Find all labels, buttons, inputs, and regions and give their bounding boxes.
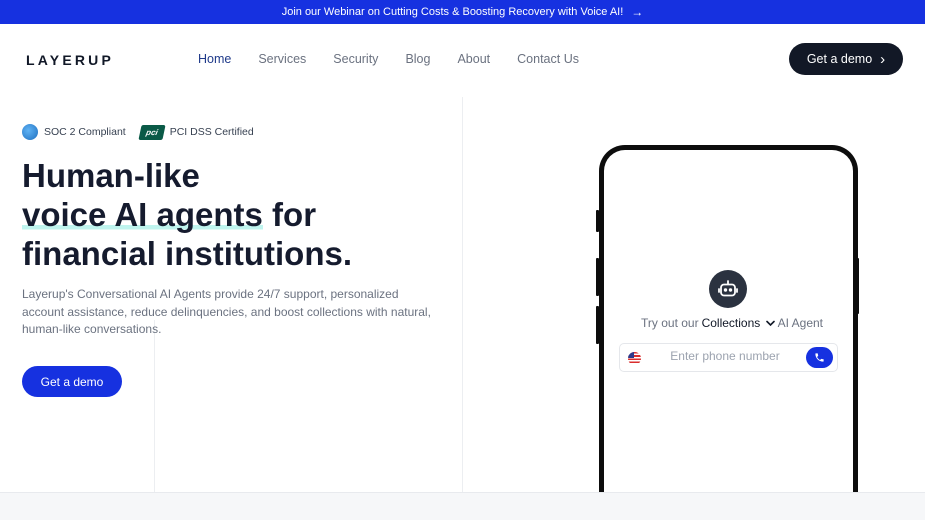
nav-links: Home Services Security Blog About Contac…: [198, 52, 579, 66]
get-demo-button-header[interactable]: Get a demo ›: [789, 43, 903, 75]
agent-selector-row: Try out our Collections AI Agent: [641, 316, 823, 330]
phone-number-input[interactable]: [650, 349, 800, 363]
us-flag-icon[interactable]: [628, 352, 641, 365]
soc2-icon: [22, 124, 38, 140]
badge-pci-label: PCI DSS Certified: [169, 126, 254, 138]
next-section-edge: [0, 492, 925, 520]
arrow-right-icon: →: [631, 5, 644, 19]
get-demo-button-hero[interactable]: Get a demo: [22, 366, 122, 397]
compliance-badges: SOC 2 Compliant pci PCI DSS Certified: [22, 124, 254, 140]
nav-link-contact-us[interactable]: Contact Us: [517, 52, 579, 66]
pci-icon: pci: [138, 124, 166, 140]
badge-soc2-label: SOC 2 Compliant: [44, 126, 126, 138]
divider-vertical-left: [154, 320, 155, 492]
hero-heading-line2-rest: for: [262, 196, 317, 233]
chevron-right-icon: ›: [880, 50, 886, 68]
try-prefix: Try out our: [641, 316, 699, 330]
top-navigation: LAYERUP Home Services Security Blog Abou…: [0, 24, 925, 94]
phone-number-form: [619, 343, 838, 372]
logo[interactable]: LAYERUP: [26, 52, 114, 68]
get-demo-label: Get a demo: [806, 52, 873, 66]
announcement-banner[interactable]: Join our Webinar on Cutting Costs & Boos…: [0, 0, 925, 24]
call-button[interactable]: [806, 347, 833, 368]
divider-vertical: [462, 97, 463, 492]
nav-link-blog[interactable]: Blog: [405, 52, 430, 66]
agent-select[interactable]: Collections: [702, 316, 775, 330]
badge-soc2: SOC 2 Compliant: [22, 124, 126, 140]
hero-description: Layerup's Conversational AI Agents provi…: [22, 287, 431, 336]
hero-heading-line2: voice AI agents for: [22, 195, 352, 234]
hero-heading: Human-like voice AI agents for financial…: [22, 156, 352, 273]
hero-heading-line1: Human-like: [22, 157, 200, 194]
phone-icon: [815, 353, 824, 362]
nav-link-security[interactable]: Security: [333, 52, 378, 66]
nav-link-about[interactable]: About: [457, 52, 490, 66]
banner-text: Join our Webinar on Cutting Costs & Boos…: [281, 6, 624, 18]
chevron-down-icon: [765, 321, 775, 327]
try-suffix: AI Agent: [777, 316, 823, 330]
hero-heading-highlight: voice AI agents: [22, 196, 263, 233]
agent-select-value: Collections: [701, 316, 761, 330]
badge-pci: pci PCI DSS Certified: [138, 124, 254, 140]
nav-link-home[interactable]: Home: [198, 52, 231, 66]
robot-icon: [709, 270, 747, 308]
nav-link-services[interactable]: Services: [258, 52, 306, 66]
hero-heading-line3: financial institutions.: [22, 235, 353, 272]
